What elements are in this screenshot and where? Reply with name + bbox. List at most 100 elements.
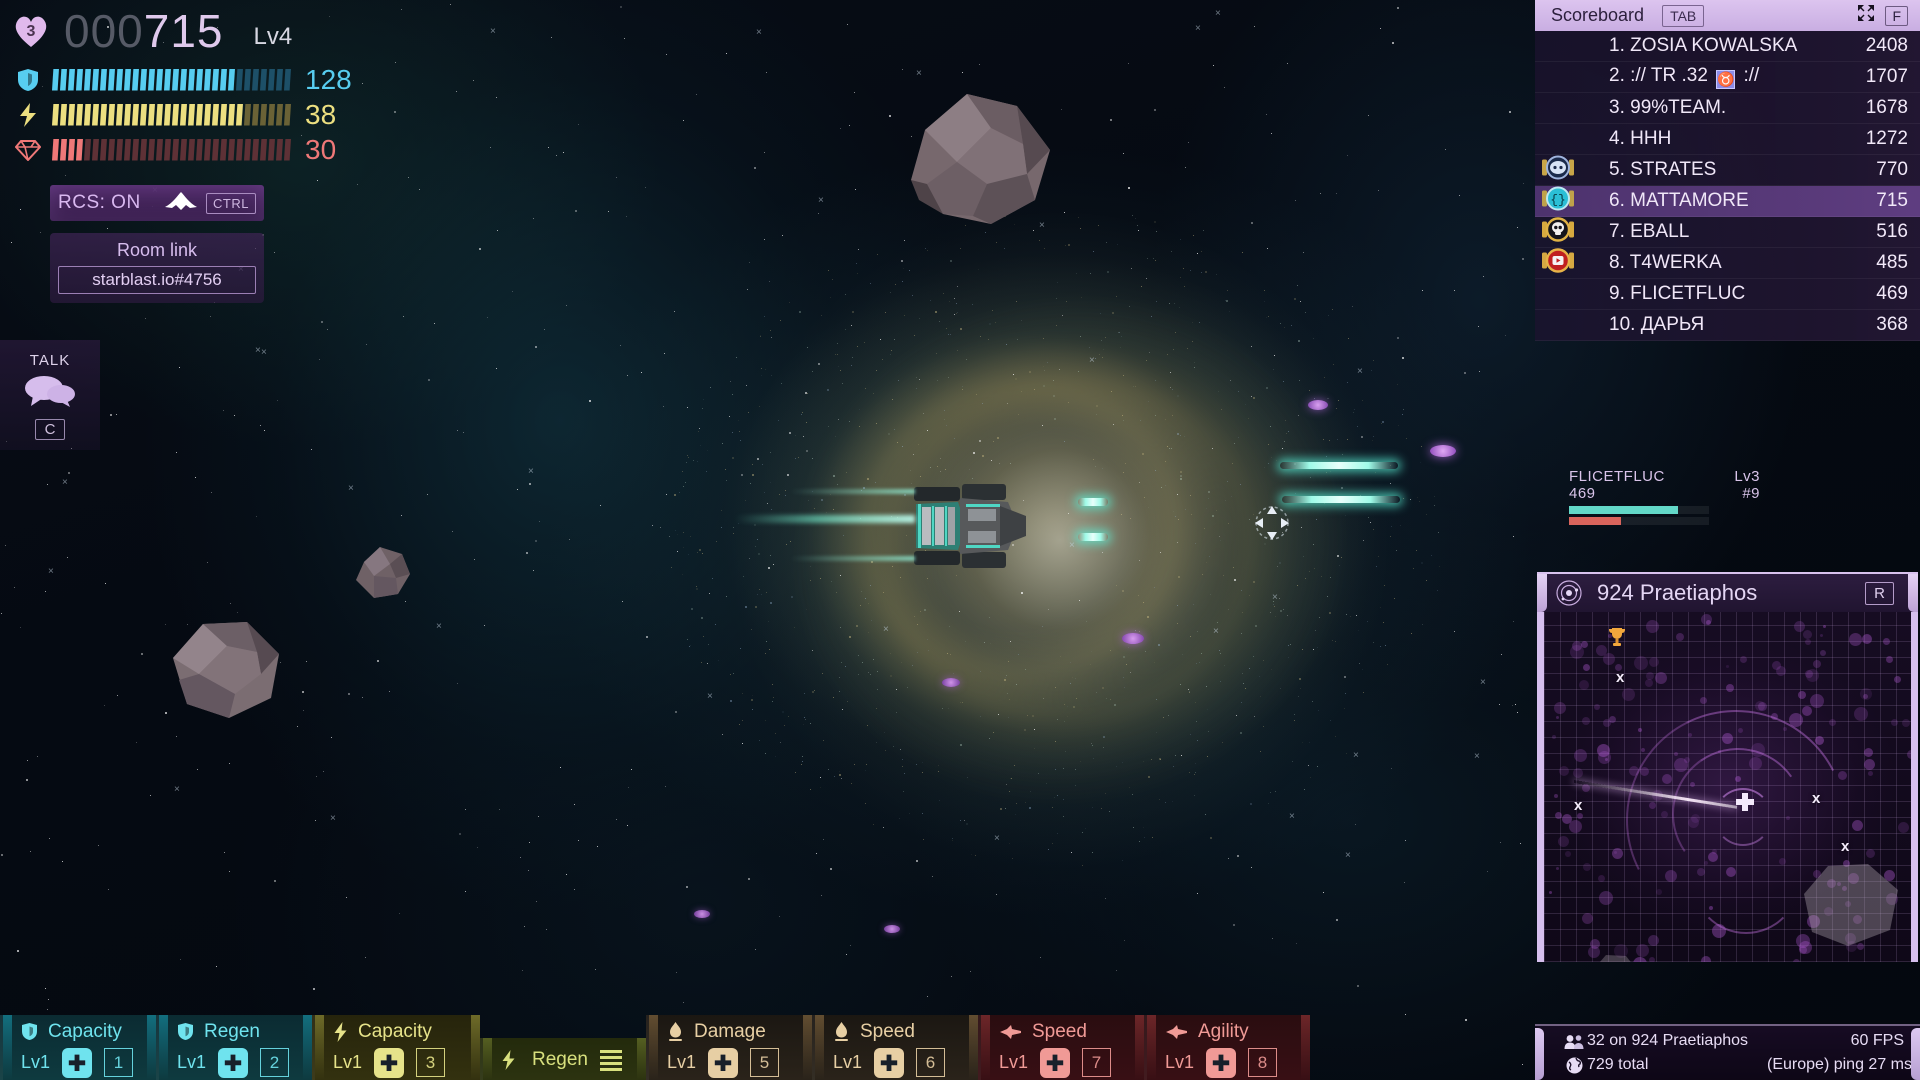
scoreboard-row[interactable]: 1. ZOSIA KOWALSKA 2408 bbox=[1535, 31, 1920, 62]
nebula-speck bbox=[685, 482, 686, 483]
nebula-speck bbox=[828, 426, 829, 427]
room-link-panel[interactable]: Room link starblast.io#4756 bbox=[50, 233, 264, 303]
nebula-speck bbox=[1144, 497, 1145, 498]
nebula-speck bbox=[952, 840, 953, 841]
upgrade-plus-button[interactable] bbox=[218, 1047, 249, 1078]
nebula-speck bbox=[1172, 389, 1173, 390]
asteroid[interactable] bbox=[352, 544, 414, 602]
scoreboard-row[interactable]: 5. STRATES 770 bbox=[1535, 155, 1920, 186]
upgrade-plus-button[interactable] bbox=[374, 1047, 405, 1078]
nebula-speck bbox=[1068, 402, 1069, 403]
player-ship[interactable] bbox=[900, 482, 1030, 570]
nebula-speck bbox=[904, 773, 905, 774]
enemy-ship[interactable] bbox=[1122, 633, 1144, 644]
nebula-speck bbox=[918, 444, 919, 445]
upgrade-header: Agility bbox=[1147, 1017, 1310, 1047]
nebula-speck bbox=[1309, 390, 1310, 391]
resource-pip bbox=[236, 68, 243, 91]
upgrade-card[interactable]: Agility Lv1 8 bbox=[1144, 1015, 1310, 1080]
nebula-speck bbox=[890, 354, 891, 355]
nebula-speck bbox=[790, 541, 791, 542]
upgrade-card[interactable]: Speed Lv1 6 bbox=[812, 1015, 978, 1080]
nebula-speck bbox=[1219, 650, 1220, 651]
nebula-speck bbox=[1016, 803, 1017, 804]
nebula-speck bbox=[726, 596, 727, 597]
upgrade-card[interactable]: Damage Lv1 5 bbox=[646, 1015, 812, 1080]
enemy-ship[interactable] bbox=[1430, 445, 1456, 457]
scoreboard-row[interactable]: {} 6. MATTAMORE 715 bbox=[1535, 186, 1920, 217]
scoreboard-row[interactable]: 3. 99%TEAM. 1678 bbox=[1535, 93, 1920, 124]
nebula-speck bbox=[1038, 773, 1039, 774]
nebula-speck bbox=[1434, 496, 1435, 497]
minimap-asteroid-dot bbox=[1573, 768, 1583, 778]
enemy-ship[interactable] bbox=[1308, 400, 1328, 410]
enemy-ship[interactable] bbox=[942, 678, 960, 687]
scoreboard-row[interactable]: 9. FLICETFLUC 469 bbox=[1535, 279, 1920, 310]
scoreboard-row[interactable]: 7. EBALL 516 bbox=[1535, 217, 1920, 248]
nebula-speck bbox=[1206, 686, 1207, 687]
enemy-ship[interactable] bbox=[884, 925, 900, 933]
scoreboard-panel[interactable]: Scoreboard TAB F 1. ZOSIA KOWALSKA 2408 2.… bbox=[1535, 0, 1920, 341]
resource-pip bbox=[116, 103, 123, 126]
resource-pip bbox=[220, 68, 227, 91]
upgrade-plus-button[interactable] bbox=[1206, 1047, 1237, 1078]
minimap-asteroid-dot bbox=[1854, 707, 1868, 721]
minimap-asteroid-dot bbox=[1810, 694, 1824, 708]
enemy-ship[interactable] bbox=[694, 910, 710, 918]
asteroid[interactable] bbox=[165, 618, 285, 722]
minimap-asteroid-dot bbox=[1598, 751, 1611, 764]
nebula-speck bbox=[902, 766, 903, 767]
nebula-speck bbox=[837, 484, 838, 485]
fullscreen-icon[interactable] bbox=[1856, 3, 1876, 28]
scoreboard-row[interactable]: 10. ДАРЬЯ 368 bbox=[1535, 310, 1920, 341]
nebula-speck bbox=[916, 764, 917, 765]
nebula-speck bbox=[1007, 693, 1008, 694]
room-link-value[interactable]: starblast.io#4756 bbox=[58, 266, 256, 294]
resource-pip bbox=[188, 103, 195, 126]
trophy-icon bbox=[1607, 626, 1627, 653]
scoreboard-row[interactable]: 8. T4WERKA 485 bbox=[1535, 248, 1920, 279]
nebula-speck bbox=[1371, 370, 1372, 371]
player-score: 1707 bbox=[1865, 66, 1908, 87]
upgrade-level: Lv1 bbox=[833, 1052, 863, 1072]
nebula-speck bbox=[1260, 696, 1261, 697]
player-name: 8. T4WERKA bbox=[1609, 252, 1722, 273]
nebula-speck bbox=[822, 673, 823, 674]
nebula-speck bbox=[1055, 687, 1056, 688]
upgrade-body: Lv1 2 bbox=[159, 1047, 312, 1079]
upgrade-plus-button[interactable] bbox=[874, 1047, 905, 1078]
shield-icon bbox=[177, 1022, 194, 1041]
nebula-speck bbox=[689, 646, 690, 647]
score-value: 000 715 bbox=[64, 4, 224, 58]
nebula-speck bbox=[1063, 768, 1064, 769]
nebula-speck bbox=[1195, 772, 1196, 773]
rcs-toggle[interactable]: RCS: ON CTRL bbox=[50, 185, 264, 221]
upgrade-plus-button[interactable] bbox=[1040, 1047, 1071, 1078]
nebula-speck bbox=[1143, 827, 1144, 828]
asteroid[interactable] bbox=[895, 88, 1055, 228]
resource-pip bbox=[132, 103, 139, 126]
nebula-speck bbox=[873, 393, 874, 394]
upgrade-card[interactable]: Capacity Lv1 3 bbox=[312, 1015, 480, 1080]
upgrade-header: Speed bbox=[981, 1017, 1144, 1047]
scoreboard-row[interactable]: 2. :// TR .32 ♉ :// 1707 bbox=[1535, 62, 1920, 93]
nebula-speck bbox=[765, 753, 766, 754]
nebula-speck bbox=[1336, 408, 1337, 409]
minimap-panel[interactable]: 924 Praetiaphos R xxxxx bbox=[1535, 572, 1920, 962]
upgrade-plus-button[interactable] bbox=[62, 1047, 93, 1078]
nebula-speck bbox=[1123, 420, 1124, 421]
minimap-canvas[interactable]: xxxxx bbox=[1537, 612, 1918, 962]
nebula-speck bbox=[1180, 277, 1181, 278]
upgrade-card[interactable]: Speed Lv1 7 bbox=[978, 1015, 1144, 1080]
upgrade-card[interactable]: Capacity Lv1 1 bbox=[0, 1015, 156, 1080]
talk-button[interactable]: TALK C bbox=[0, 340, 100, 450]
nebula-speck bbox=[772, 684, 773, 685]
upgrade-card[interactable]: Regen bbox=[480, 1038, 646, 1080]
nebula-speck bbox=[1383, 622, 1384, 623]
upgrade-card[interactable]: Regen Lv1 2 bbox=[156, 1015, 312, 1080]
upgrade-bar[interactable]: Capacity Lv1 1 Regen Lv1 2 Capacity Lv1 3 Regen Da… bbox=[0, 1015, 1535, 1080]
minimap-asteroid-dot bbox=[1645, 679, 1653, 687]
upgrade-plus-button[interactable] bbox=[708, 1047, 739, 1078]
scoreboard-row[interactable]: 4. HHH 1272 bbox=[1535, 124, 1920, 155]
nebula-speck bbox=[1294, 714, 1295, 715]
